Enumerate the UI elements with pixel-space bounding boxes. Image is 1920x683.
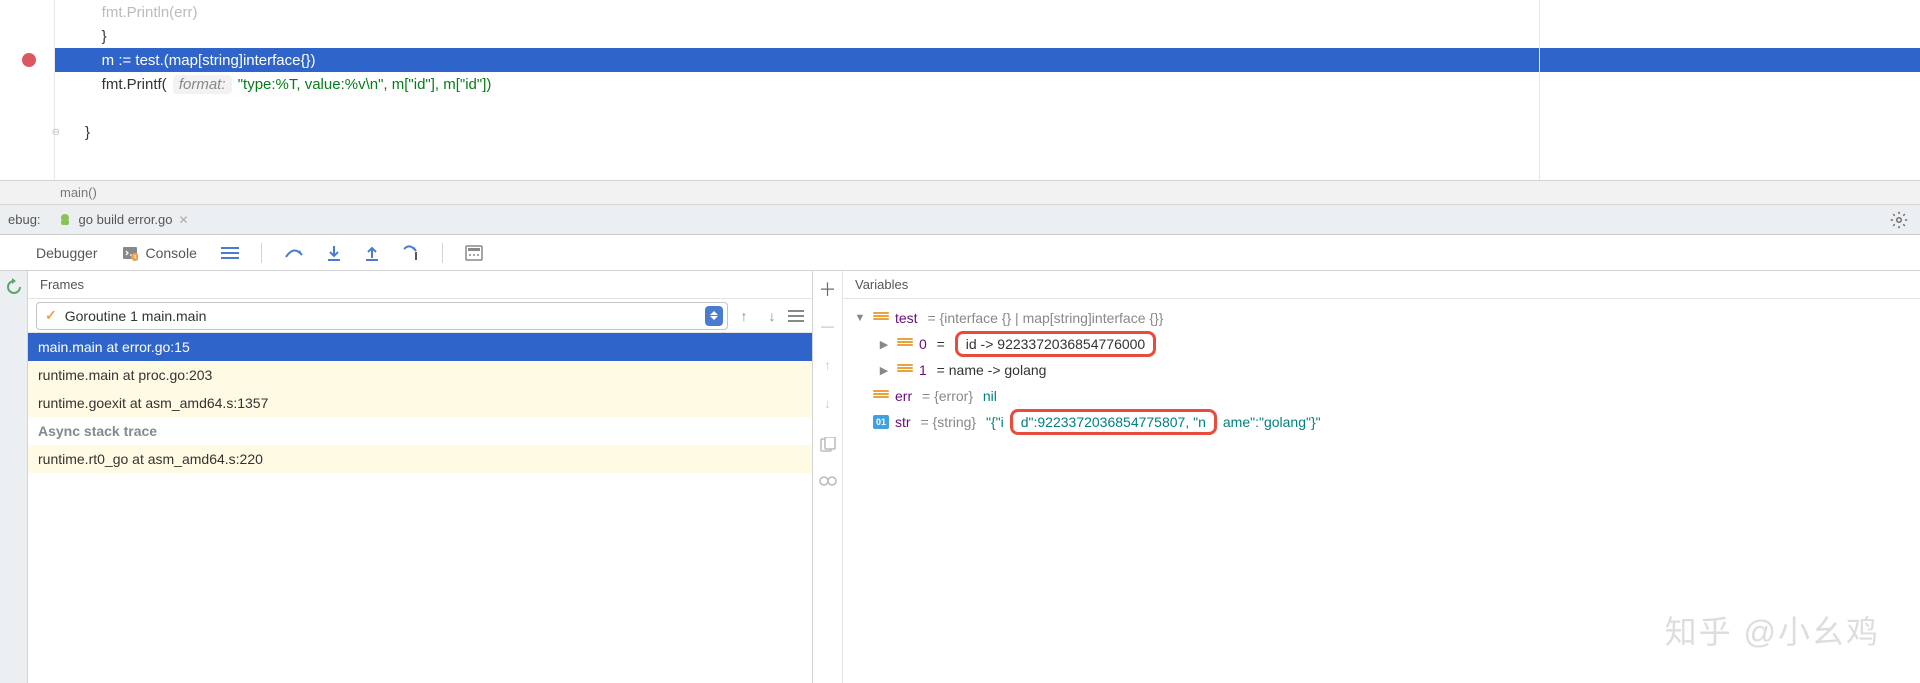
tab-debugger[interactable]: Debugger bbox=[34, 241, 100, 265]
string-icon: 01 bbox=[873, 415, 889, 429]
code-line[interactable]: fmt.Printf( format: "type:%T, value:%v\n… bbox=[55, 72, 1920, 96]
debug-config-tab[interactable]: go build error.go ✕ bbox=[51, 210, 195, 230]
run-to-cursor-icon[interactable] bbox=[402, 245, 420, 261]
threads-icon[interactable] bbox=[221, 246, 239, 260]
tab-console[interactable]: Console bbox=[144, 241, 199, 265]
console-icon bbox=[122, 245, 138, 261]
variables-tree[interactable]: ▼ test = {interface {} | map[string]inte… bbox=[843, 299, 1920, 441]
filter-icon[interactable] bbox=[788, 309, 804, 323]
param-hint: format: bbox=[173, 75, 232, 94]
object-icon bbox=[873, 390, 889, 402]
frame-item[interactable]: main.main at error.go:15 bbox=[28, 333, 812, 361]
evaluate-icon[interactable] bbox=[465, 245, 483, 261]
next-frame-icon[interactable]: ↓ bbox=[760, 304, 784, 328]
highlight-box: d":9223372036854775807, "n bbox=[1010, 409, 1217, 435]
code-editor[interactable]: ⊖ fmt.Println(err) } m := test.(map[stri… bbox=[0, 0, 1920, 180]
gear-icon[interactable] bbox=[1890, 211, 1908, 229]
object-icon bbox=[873, 312, 889, 324]
tree-expand-icon[interactable]: ▼ bbox=[853, 312, 867, 324]
down-icon[interactable]: ↓ bbox=[816, 391, 840, 415]
highlight-box: id -> 9223372036854776000 bbox=[955, 331, 1156, 357]
frames-panel: Frames ✓ Goroutine 1 main.main ↑ ↓ main.… bbox=[28, 271, 813, 683]
add-watch-icon[interactable]: ＋ bbox=[816, 277, 840, 301]
breakpoint-icon[interactable] bbox=[22, 53, 36, 67]
breadcrumb[interactable]: main() bbox=[0, 180, 1920, 205]
step-over-icon[interactable] bbox=[284, 245, 304, 261]
debug-controls-strip bbox=[0, 271, 28, 683]
debug-label: ebug: bbox=[8, 212, 41, 227]
frames-header: Frames bbox=[28, 271, 812, 299]
frame-item[interactable]: runtime.rt0_go at asm_amd64.s:220 bbox=[28, 445, 812, 473]
goroutine-selector[interactable]: ✓ Goroutine 1 main.main bbox=[36, 302, 728, 330]
variables-panel: Variables ▼ test = {interface {} | map[s… bbox=[843, 271, 1920, 683]
glasses-icon[interactable] bbox=[819, 475, 837, 487]
debug-toolbar: Debugger Console bbox=[0, 235, 1920, 271]
close-icon[interactable]: ✕ bbox=[179, 213, 189, 227]
code-line[interactable] bbox=[55, 96, 1920, 120]
step-into-icon[interactable] bbox=[326, 244, 342, 262]
remove-watch-icon[interactable]: － bbox=[816, 315, 840, 339]
check-icon: ✓ bbox=[45, 307, 57, 324]
tree-collapse-icon[interactable]: ▶ bbox=[877, 338, 891, 351]
tree-collapse-icon[interactable]: ▶ bbox=[877, 364, 891, 377]
code-line-current[interactable]: m := test.(map[string]interface{}) bbox=[55, 48, 1920, 72]
object-icon bbox=[897, 338, 913, 350]
gutter: ⊖ bbox=[0, 0, 55, 180]
editor-margin-line bbox=[1539, 0, 1540, 180]
bug-icon bbox=[57, 212, 73, 228]
object-icon bbox=[897, 364, 913, 376]
step-out-icon[interactable] bbox=[364, 244, 380, 262]
dropdown-arrows-icon[interactable] bbox=[705, 306, 723, 326]
frame-item[interactable]: Async stack trace bbox=[28, 417, 812, 445]
frame-list[interactable]: main.main at error.go:15runtime.main at … bbox=[28, 333, 812, 683]
frame-item[interactable]: runtime.main at proc.go:203 bbox=[28, 361, 812, 389]
code-line[interactable]: fmt.Println(err) bbox=[55, 0, 1920, 24]
copy-icon[interactable] bbox=[819, 437, 837, 453]
fold-icon[interactable]: ⊖ bbox=[52, 127, 60, 138]
variables-header: Variables bbox=[843, 271, 1920, 299]
rerun-icon[interactable] bbox=[4, 277, 24, 297]
code-line[interactable]: } bbox=[55, 24, 1920, 48]
up-icon[interactable]: ↑ bbox=[816, 353, 840, 377]
prev-frame-icon[interactable]: ↑ bbox=[732, 304, 756, 328]
variables-toolbar-strip: ＋ － ↑ ↓ bbox=[813, 271, 843, 683]
frame-item[interactable]: runtime.goexit at asm_amd64.s:1357 bbox=[28, 389, 812, 417]
debug-tabs-bar: ebug: go build error.go ✕ bbox=[0, 205, 1920, 235]
code-line[interactable]: } bbox=[55, 120, 1920, 144]
